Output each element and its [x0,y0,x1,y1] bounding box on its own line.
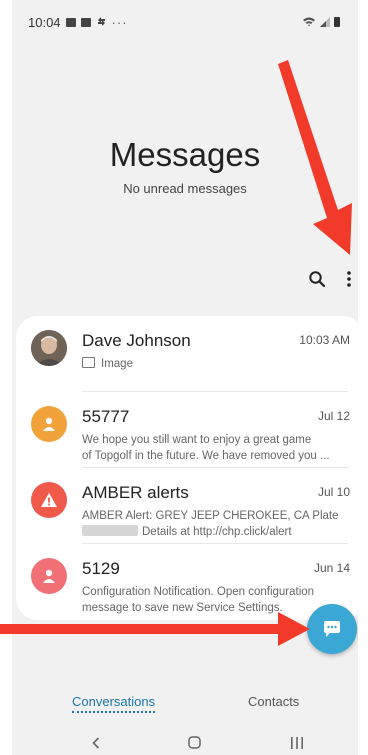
preview-line: AMBER Alert: GREY JEEP CHEROKEE, CA Plat… [82,510,339,522]
conversation-name: Dave Johnson [82,331,191,350]
home-icon [188,736,201,749]
image-icon [82,357,95,368]
status-bar: 10:04 ··· [12,0,358,44]
sync-icon [96,15,107,30]
avatar [31,482,67,518]
preview-line: of Topgolf in the future. We have remove… [82,450,330,462]
conversation-item[interactable]: 55777 Jul 12 We hope you still want to e… [16,392,358,468]
unread-status: No unread messages [123,181,247,196]
search-icon [309,271,326,288]
signal-icon [320,17,330,27]
chat-bubble-icon [324,621,340,637]
status-time: 10:04 [28,14,61,30]
conversation-preview: We hope you still want to enjoy a great … [82,432,354,464]
conversation-time: Jul 10 [317,485,350,499]
conversation-list: Dave Johnson 10:03 AM Image 55777 Jul 12… [16,316,358,620]
warning-icon [41,493,57,507]
preview-text: Image [101,358,133,370]
conversation-item[interactable]: 5129 Jun 14 Configuration Notification. … [16,544,358,620]
more-options-button[interactable] [336,266,358,292]
preview-line: Details at http://chp.click/alert [142,526,292,538]
back-icon [92,737,100,749]
page-title: Messages [109,136,261,173]
conversation-time: 10:03 AM [299,333,350,347]
battery-icon [334,17,340,27]
redacted-text [82,525,138,536]
conversation-name: AMBER alerts [82,483,189,502]
navigation-bar [12,730,358,755]
contact-photo [31,330,67,366]
conversation-name: 55777 [82,407,130,426]
conversation-time: Jul 12 [317,409,350,423]
search-button[interactable] [304,266,330,292]
preview-line: Configuration Notification. Open configu… [82,586,315,598]
recents-button[interactable] [290,736,304,754]
preview-line: We hope you still want to enjoy a great … [82,434,312,446]
person-icon [43,417,55,431]
recents-icon [291,737,303,749]
avatar [31,558,67,594]
tab-conversations[interactable]: Conversations [72,694,156,713]
home-button[interactable] [188,736,201,754]
conversation-preview: AMBER Alert: GREY JEEP CHEROKEE, CA Plat… [82,508,354,540]
new-message-button[interactable] [307,604,357,654]
conversation-preview: Image [82,356,354,372]
avatar [31,330,67,366]
tab-contacts[interactable]: Contacts [248,694,299,709]
avatar [31,406,67,442]
conversation-item[interactable]: Dave Johnson 10:03 AM Image [16,316,358,392]
notification-icon [65,17,76,27]
phone-screen: 10:04 ··· Messages No unread messages Da… [12,0,358,755]
person-icon [43,569,55,583]
status-right [302,17,340,27]
conversation-time: Jun 14 [313,561,350,575]
status-left: 10:04 ··· [28,15,128,30]
conversation-name: 5129 [82,559,120,578]
wifi-icon [303,17,315,27]
more-notifications-indicator: ··· [111,14,128,30]
notification-icon [80,17,91,27]
conversation-item[interactable]: AMBER alerts Jul 10 AMBER Alert: GREY JE… [16,468,358,544]
more-vertical-icon [347,271,351,287]
back-button[interactable] [92,736,100,754]
